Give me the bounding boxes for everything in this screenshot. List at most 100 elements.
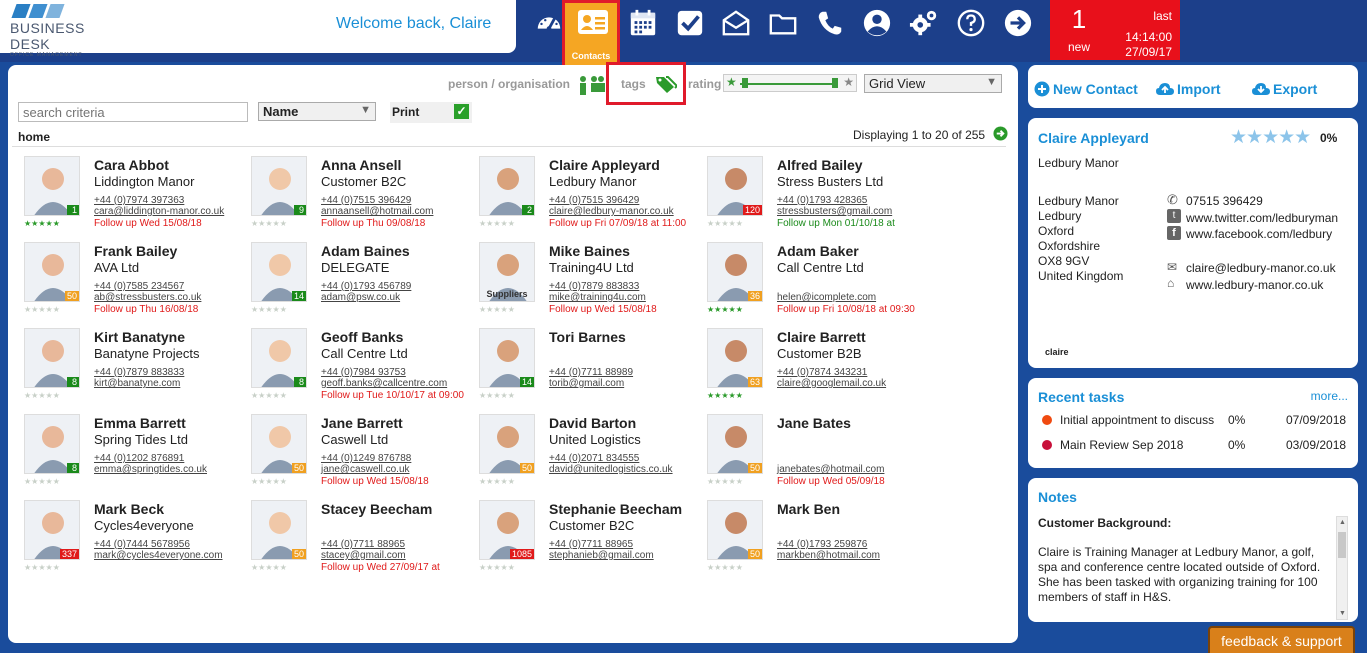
contact-avatar[interactable]: 9 (251, 156, 307, 216)
contact-follow-up[interactable]: Follow up Thu 09/08/18 (321, 218, 425, 229)
contact-rating-stars[interactable]: ★★★★★ (251, 391, 287, 400)
contact-phone[interactable]: +44 (0)1793 456789 (321, 281, 411, 292)
phone-icon[interactable] (811, 6, 849, 40)
contact-name[interactable]: Adam Baker (777, 243, 859, 259)
scroll-up-icon[interactable]: ▲ (1339, 519, 1346, 526)
contact-email[interactable]: jane@caswell.co.uk (321, 464, 410, 475)
contact-phone[interactable]: +44 (0)7515 396429 (549, 195, 639, 206)
contact-name[interactable]: Cara Abbot (94, 157, 169, 173)
contact-card[interactable]: 337 ★★★★★ Mark Beck Cycles4everyone +44 (0)7… (24, 500, 254, 586)
contact-email[interactable]: mark@cycles4everyone.com (94, 550, 223, 561)
sort-field-select[interactable]: Name ▼ (258, 102, 376, 121)
contact-card[interactable]: 50 ★★★★★ Jane Barrett Caswell Ltd +44 (0)124… (251, 414, 481, 500)
breadcrumb-home[interactable]: home (18, 130, 50, 144)
contact-rating-stars[interactable]: ★★★★★ (707, 563, 743, 572)
feedback-support-button[interactable]: feedback & support (1208, 626, 1355, 653)
user-profile-icon[interactable] (858, 6, 896, 40)
rating-max-handle[interactable] (832, 78, 838, 88)
person-organisation-icon[interactable] (577, 75, 609, 100)
contact-email[interactable]: ab@stressbusters.co.uk (94, 292, 201, 303)
contact-rating-stars[interactable]: ★★★★★ (707, 219, 743, 228)
next-page-arrow-icon[interactable] (993, 126, 1008, 146)
notes-scrollbar[interactable]: ▲ ▼ (1336, 516, 1348, 620)
contact-follow-up[interactable]: Follow up Wed 15/08/18 (94, 218, 202, 229)
contact-rating-stars[interactable]: ★★★★★ (251, 563, 287, 572)
contact-phone[interactable]: +44 (0)7879 883833 (94, 367, 184, 378)
contact-rating-stars[interactable]: ★★★★★ (24, 219, 60, 228)
contact-email[interactable]: stephanieb@gmail.com (549, 550, 654, 561)
contact-phone[interactable]: +44 (0)7444 5678956 (94, 539, 190, 550)
contact-rating-stars[interactable]: ★★★★★ (24, 391, 60, 400)
contact-name[interactable]: Anna Ansell (321, 157, 401, 173)
import-button[interactable]: Import (1156, 81, 1221, 97)
contact-avatar[interactable]: 50 (251, 414, 307, 474)
contact-avatar[interactable]: 8 (24, 328, 80, 388)
contact-name[interactable]: Jane Barrett (321, 415, 403, 431)
contact-name[interactable]: Frank Bailey (94, 243, 177, 259)
search-input[interactable] (18, 102, 248, 122)
contact-phone[interactable]: +44 (0)7711 88989 (549, 367, 633, 378)
contact-email[interactable]: kirt@banatyne.com (94, 378, 180, 389)
notification-panel[interactable]: 1 new last 14:14:00 27/09/17 (1050, 0, 1180, 60)
nav-contacts[interactable]: Contacts (562, 0, 620, 70)
contact-follow-up[interactable]: Follow up Fri 07/09/18 at 11:00 (549, 218, 686, 229)
contact-name[interactable]: Jane Bates (777, 415, 851, 431)
contact-rating-stars[interactable]: ★★★★★ (479, 219, 515, 228)
logout-arrow-icon[interactable] (999, 6, 1037, 40)
contact-phone[interactable]: +44 (0)7874 343231 (777, 367, 867, 378)
contact-name[interactable]: Claire Appleyard (549, 157, 660, 173)
contact-email[interactable]: stressbusters@gmail.com (777, 206, 892, 217)
contact-avatar[interactable]: 63 (707, 328, 763, 388)
contact-email[interactable]: geoff.banks@callcentre.com (321, 378, 447, 389)
contact-avatar[interactable]: 1 (24, 156, 80, 216)
print-toggle[interactable]: Print ✓ (390, 102, 472, 123)
contact-email[interactable]: torib@gmail.com (549, 378, 624, 389)
contact-name[interactable]: Geoff Banks (321, 329, 403, 345)
contact-email[interactable]: adam@psw.co.uk (321, 292, 400, 303)
recent-tasks-more-link[interactable]: more... (1311, 389, 1348, 403)
contact-rating-stars[interactable]: ★★★★★ (707, 477, 743, 486)
contact-phone[interactable]: +44 (0)1793 428365 (777, 195, 867, 206)
contact-name[interactable]: Claire Barrett (777, 329, 866, 345)
detail-twitter[interactable]: www.twitter.com/ledburyman (1186, 211, 1338, 225)
contact-avatar[interactable]: 120 (707, 156, 763, 216)
contact-email[interactable]: mike@training4u.com (549, 292, 646, 303)
contact-email[interactable]: david@unitedlogistics.co.uk (549, 464, 673, 475)
detail-tag[interactable]: claire (1045, 347, 1069, 357)
contact-rating-stars[interactable]: ★★★★★ (479, 391, 515, 400)
detail-phone[interactable]: 07515 396429 (1186, 194, 1263, 208)
mail-icon[interactable] (717, 6, 755, 40)
contact-phone[interactable]: +44 (0)7974 397363 (94, 195, 184, 206)
rating-min-handle[interactable] (742, 78, 748, 88)
detail-facebook[interactable]: www.facebook.com/ledbury (1186, 227, 1332, 241)
contact-name[interactable]: Emma Barrett (94, 415, 186, 431)
contact-name[interactable]: Alfred Bailey (777, 157, 863, 173)
contact-rating-stars[interactable]: ★★★★★ (251, 305, 287, 314)
contact-avatar[interactable]: 14 (251, 242, 307, 302)
contact-email[interactable]: helen@icomplete.com (777, 292, 876, 303)
contact-card[interactable]: Suppliers ★★★★★ Mike Baines Training4U Ltd +… (479, 242, 709, 328)
contact-rating-stars[interactable]: ★★★★★ (479, 477, 515, 486)
folder-icon[interactable] (764, 6, 802, 40)
notes-body[interactable]: Claire is Training Manager at Ledbury Ma… (1038, 545, 1324, 611)
contact-follow-up[interactable]: Follow up Mon 01/10/18 at (777, 218, 895, 229)
detail-rating-stars[interactable]: ★★★★★ (1230, 126, 1311, 149)
detail-website[interactable]: www.ledbury-manor.co.uk (1186, 278, 1323, 292)
contact-follow-up[interactable]: Follow up Thu 16/08/18 (94, 304, 198, 315)
task-item[interactable]: Initial appointment to discuss (1042, 413, 1214, 427)
contact-rating-stars[interactable]: ★★★★★ (479, 305, 515, 314)
contact-card[interactable]: 63 ★★★★★ Claire Barrett Customer B2B +44 (0)… (707, 328, 937, 414)
contact-phone[interactable]: +44 (0)7711 88965 (549, 539, 633, 550)
contact-card[interactable]: 36 ★★★★★ Adam Baker Call Centre Ltd helen@ic… (707, 242, 937, 328)
contact-email[interactable]: janebates@hotmail.com (777, 464, 884, 475)
contact-phone[interactable]: +44 (0)7984 93753 (321, 367, 406, 378)
contact-rating-stars[interactable]: ★★★★★ (251, 477, 287, 486)
contact-avatar[interactable]: 1085 (479, 500, 535, 560)
contact-rating-stars[interactable]: ★★★★★ (24, 477, 60, 486)
detail-email[interactable]: claire@ledbury-manor.co.uk (1186, 261, 1336, 275)
scroll-down-icon[interactable]: ▼ (1339, 610, 1346, 617)
contact-email[interactable]: claire@googlemail.co.uk (777, 378, 886, 389)
tasks-check-icon[interactable] (671, 6, 709, 40)
task-item[interactable]: Main Review Sep 2018 (1042, 438, 1183, 452)
contact-avatar[interactable]: 50 (479, 414, 535, 474)
